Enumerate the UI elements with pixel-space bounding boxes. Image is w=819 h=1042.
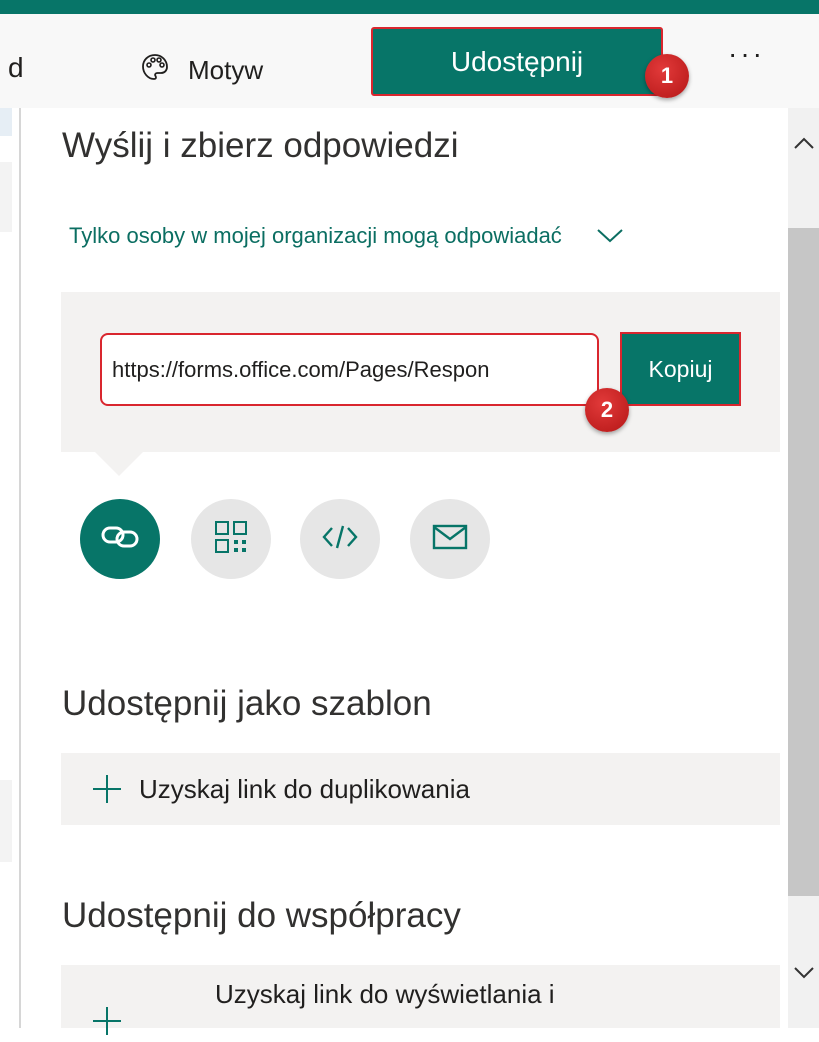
permission-label: Tylko osoby w mojej organizacji mogą odp… — [69, 223, 562, 248]
chevron-down-icon — [793, 966, 815, 985]
permission-dropdown[interactable]: Tylko osoby w mojej organizacji mogą odp… — [69, 223, 624, 249]
link-icon — [100, 522, 140, 557]
share-method-qr[interactable] — [191, 499, 271, 579]
duplicate-link-label: Uzyskaj link do duplikowania — [139, 773, 470, 804]
background-fragment — [0, 162, 12, 232]
plus-icon — [91, 773, 123, 805]
chevron-down-icon — [596, 223, 624, 249]
share-button[interactable]: Udostępnij — [371, 27, 663, 96]
background-fragment — [0, 108, 12, 136]
share-method-embed[interactable] — [300, 499, 380, 579]
share-link-field[interactable]: https://forms.office.com/Pages/Respon — [100, 333, 599, 406]
plus-icon — [91, 1005, 123, 1037]
share-link-value: https://forms.office.com/Pages/Respon — [112, 356, 490, 382]
step-badge-2: 2 — [585, 388, 629, 432]
theme-button[interactable]: Motyw — [140, 52, 263, 89]
email-icon — [432, 524, 468, 555]
template-section-heading: Udostępnij jako szablon — [62, 684, 432, 723]
link-box-pointer — [95, 452, 143, 476]
scroll-up-button[interactable] — [788, 130, 819, 160]
theme-label: Motyw — [188, 55, 264, 85]
share-button-label: Udostępnij — [450, 45, 584, 77]
palette-icon — [140, 52, 170, 89]
chevron-up-icon — [793, 136, 815, 155]
copy-button-label: Kopiuj — [648, 355, 713, 382]
toolbar-truncated-item[interactable]: d — [8, 52, 24, 84]
more-options-button[interactable]: ··· — [728, 38, 765, 70]
collab-section-heading: Udostępnij do współpracy — [62, 896, 461, 935]
top-accent-line — [0, 0, 819, 14]
embed-code-icon — [322, 523, 358, 556]
step-badge-1: 1 — [645, 54, 689, 98]
copy-button[interactable]: Kopiuj — [620, 332, 741, 406]
background-page-strip — [0, 108, 18, 1028]
share-method-link[interactable] — [80, 499, 160, 579]
duplicate-link-button[interactable]: Uzyskaj link do duplikowania — [61, 753, 780, 825]
view-link-label: Uzyskaj link do wyświetlania i — [215, 979, 555, 1009]
qr-code-icon — [214, 520, 248, 559]
share-method-email[interactable] — [410, 499, 490, 579]
send-section-heading: Wyślij i zbierz odpowiedzi — [62, 126, 459, 165]
view-link-button[interactable]: Uzyskaj link do wyświetlania i — [61, 965, 780, 1035]
background-fragment — [0, 780, 12, 862]
scrollbar-thumb[interactable] — [788, 228, 819, 896]
scroll-down-button[interactable] — [788, 960, 819, 990]
